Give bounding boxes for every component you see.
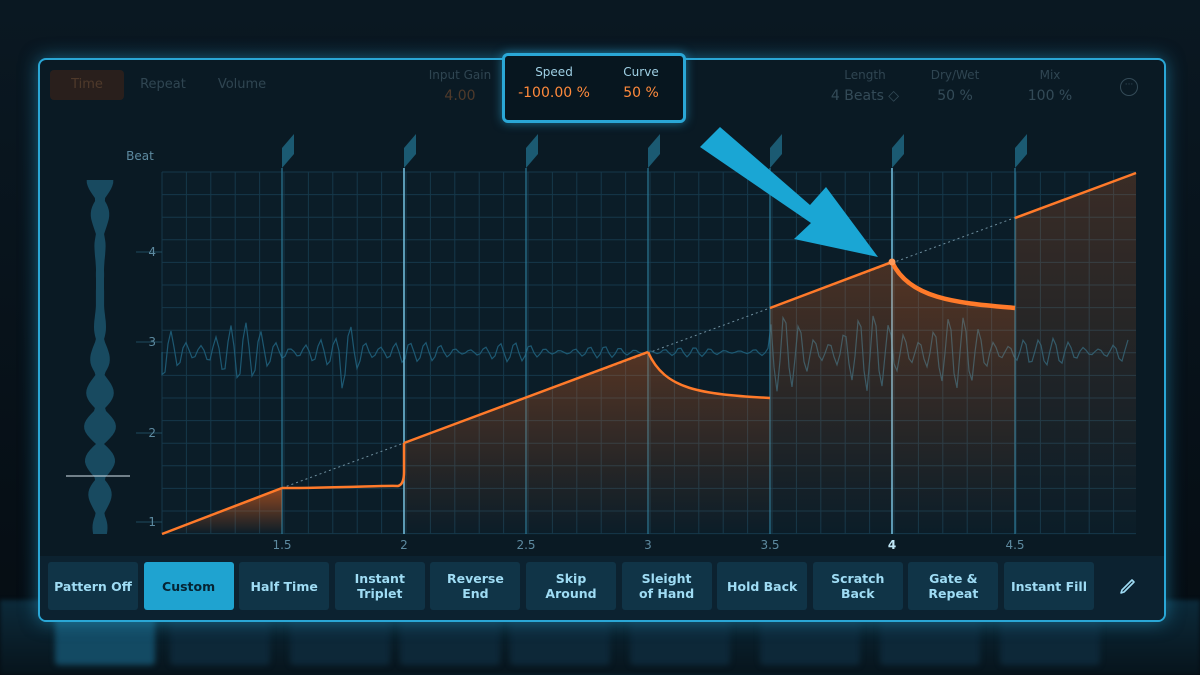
background-blur-button (400, 615, 500, 665)
pattern-button-scratch-back[interactable]: Scratch Back (812, 562, 903, 610)
background-blur-button (290, 615, 390, 665)
y-tick-label: 2 (148, 426, 156, 440)
y-axis-title: Beat (126, 149, 154, 163)
pencil-icon[interactable] (1118, 576, 1138, 596)
beat-flag-icon[interactable] (1015, 134, 1027, 168)
x-tick-label: 3 (644, 538, 652, 552)
x-axis-ticks: 1.5 2 2.5 3 3.5 4 4.5 (272, 538, 1024, 552)
speed-value: -100.00 % (518, 85, 590, 101)
curve-fill (1015, 173, 1136, 534)
pattern-button-instant-triplet[interactable]: Instant Triplet (334, 562, 425, 610)
beat-flag-icon[interactable] (526, 134, 538, 168)
x-tick-label: 2.5 (516, 538, 535, 552)
background-blur-button (630, 615, 730, 665)
x-tick-label: 2 (400, 538, 408, 552)
background-blur-button (880, 615, 980, 665)
speed-curve-readout[interactable]: Speed -100.00 % Curve 50 % (502, 53, 686, 123)
x-tick-label: 4 (888, 538, 896, 552)
pattern-button-reverse-end[interactable]: Reverse End (430, 562, 521, 610)
annotation-arrow-icon (700, 127, 878, 257)
y-tick-label: 4 (148, 245, 156, 259)
beat-waveform-overview (84, 180, 116, 534)
x-tick-label: 1.5 (272, 538, 291, 552)
curve-value: 50 % (623, 85, 659, 101)
pattern-button-custom[interactable]: Custom (143, 562, 234, 610)
curve-label: Curve (623, 65, 659, 79)
background-blur-button (760, 615, 860, 665)
curve-fill (770, 262, 892, 534)
y-tick-label: 1 (148, 515, 156, 529)
x-tick-label: 4.5 (1005, 538, 1024, 552)
pattern-bar: Pattern Off Custom Half Time Instant Triple… (40, 556, 1164, 620)
y-axis-ticks: 1 2 3 4 (136, 245, 162, 529)
pattern-button-pattern-off[interactable]: Pattern Off (48, 562, 138, 610)
y-tick-label: 3 (148, 335, 156, 349)
speed-control[interactable]: Speed -100.00 % (513, 65, 595, 101)
pattern-button-instant-fill[interactable]: Instant Fill (1004, 562, 1094, 610)
pattern-button-half-time[interactable]: Half Time (239, 562, 330, 610)
effect-panel: Time Repeat Volume Input Gain 4.00 Lengt… (38, 58, 1166, 622)
background-blur-button (170, 615, 270, 665)
speed-label: Speed (535, 65, 573, 79)
beat-flag-icon[interactable] (892, 134, 904, 168)
beat-flag-icon[interactable] (648, 134, 660, 168)
beat-flag-icon[interactable] (404, 134, 416, 168)
x-tick-label: 3.5 (760, 538, 779, 552)
pattern-button-sleight-of-hand[interactable]: Sleight of Hand (621, 562, 712, 610)
pattern-button-gate-repeat[interactable]: Gate & Repeat (908, 562, 999, 610)
pattern-button-hold-back[interactable]: Hold Back (717, 562, 808, 610)
background-blur-button (55, 615, 155, 665)
background-blur-button (1000, 615, 1100, 665)
beat-flag-icon[interactable] (282, 134, 294, 168)
background-blur-button (510, 615, 610, 665)
time-curve-graph[interactable]: Beat 1 2 3 4 1.5 2 2.5 3 3.5 4 4.5 (40, 60, 1164, 556)
curve-control[interactable]: Curve 50 % (605, 65, 677, 101)
pattern-button-skip-around[interactable]: Skip Around (526, 562, 616, 610)
